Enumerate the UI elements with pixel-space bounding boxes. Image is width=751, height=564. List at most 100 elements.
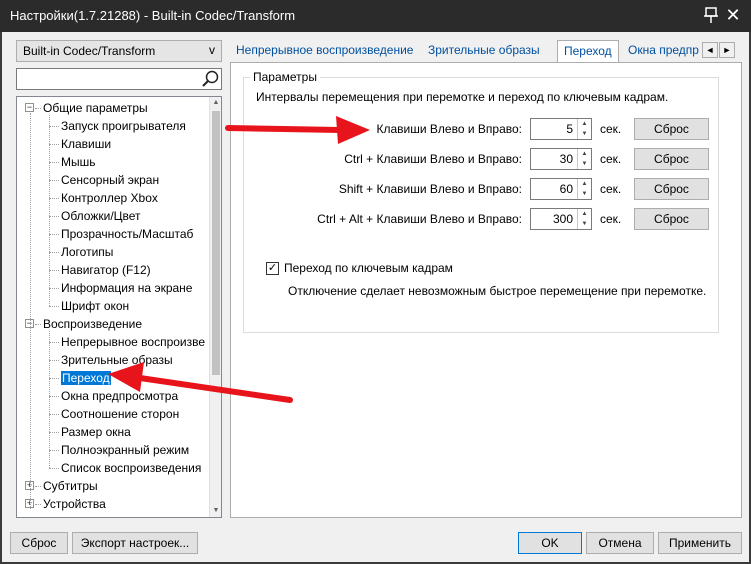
tree-item-label: Обложки/Цвет xyxy=(61,209,141,223)
tree-item[interactable]: Сенсорный экран xyxy=(61,171,159,189)
codec-combo[interactable]: Built-in Codec/Transform v xyxy=(16,40,222,62)
tree-connector xyxy=(49,342,59,343)
spin-down-icon[interactable]: ▼ xyxy=(578,219,591,229)
tree-item[interactable]: Соотношение сторон xyxy=(61,405,179,423)
tree-group[interactable]: Устройства xyxy=(43,495,106,513)
reset-shift-arrows-button[interactable]: Сброс xyxy=(634,178,709,200)
tree-item[interactable]: Список воспроизведения xyxy=(61,459,201,477)
spin-up-icon[interactable]: ▲ xyxy=(578,209,591,219)
tree-connector xyxy=(49,180,59,181)
tree-connector xyxy=(30,113,31,509)
spin-up-icon[interactable]: ▲ xyxy=(578,149,591,159)
row-label-arrows: Клавиши Влево и Вправо: xyxy=(376,122,522,136)
keyframe-checkbox-label[interactable]: Переход по ключевым кадрам xyxy=(284,261,453,275)
cancel-button[interactable]: Отмена xyxy=(586,532,654,554)
spin-down-icon[interactable]: ▼ xyxy=(578,159,591,169)
tree-connector xyxy=(49,270,59,271)
scroll-thumb[interactable] xyxy=(212,111,220,375)
tree-item[interactable]: Непрерывное воспроизве xyxy=(61,333,205,351)
scroll-down-icon[interactable]: ▼ xyxy=(210,505,221,517)
export-settings-button[interactable]: Экспорт настроек... xyxy=(72,532,198,554)
tree-item[interactable]: Клавиши xyxy=(61,135,111,153)
tree-item[interactable]: Информация на экране xyxy=(61,279,192,297)
tree-item-label: Мышь xyxy=(61,155,96,169)
search-icon[interactable] xyxy=(200,69,220,89)
tree-item[interactable]: Окна предпросмотра xyxy=(61,387,178,405)
unit-label: сек. xyxy=(600,212,622,226)
tree-connector xyxy=(35,486,41,487)
title-bar: Настройки(1.7.21288) - Built-in Codec/Tr… xyxy=(0,0,751,32)
tree-item[interactable]: Обложки/Цвет xyxy=(61,207,141,225)
tree-item[interactable]: Переход xyxy=(61,369,111,387)
tree-item[interactable]: Логотипы xyxy=(61,243,113,261)
tree-item-label: Непрерывное воспроизве xyxy=(61,335,206,349)
tab-preview-windows[interactable]: Окна предпр xyxy=(622,40,705,62)
tree-connector xyxy=(49,115,50,306)
close-icon[interactable]: ✕ xyxy=(723,6,743,26)
tree-item[interactable]: Прозрачность/Масштаб xyxy=(61,225,193,243)
ctrl-alt-arrows-seconds-spinner[interactable]: 300 ▲ ▼ xyxy=(530,208,592,230)
tab-next-icon[interactable]: ► xyxy=(719,42,735,58)
tab-continuous-playback[interactable]: Непрерывное воспроизведение xyxy=(230,40,419,62)
tree-connector xyxy=(35,324,41,325)
tree-item-label: Полноэкранный режим xyxy=(61,443,190,457)
tree-item[interactable]: Контроллер Xbox xyxy=(61,189,158,207)
reset-ctrl-alt-arrows-button[interactable]: Сброс xyxy=(634,208,709,230)
search-input[interactable] xyxy=(16,68,222,90)
pin-icon[interactable] xyxy=(703,6,719,24)
tree-connector xyxy=(49,252,59,253)
tab-visual-images[interactable]: Зрительные образы xyxy=(422,40,546,62)
keyframe-checkbox[interactable]: ✓ xyxy=(266,262,279,275)
tree-group[interactable]: Общие параметры xyxy=(43,99,148,117)
codec-combo-value: Built-in Codec/Transform xyxy=(23,44,156,58)
tree-item[interactable]: Полноэкранный режим xyxy=(61,441,189,459)
tree-item-label: Сенсорный экран xyxy=(61,173,160,187)
tree-connector xyxy=(49,396,59,397)
shift-arrows-seconds-spinner[interactable]: 60 ▲ ▼ xyxy=(530,178,592,200)
tree-item-label: Запуск проигрывателя xyxy=(61,119,186,133)
tree-scrollbar[interactable]: ▲ ▼ xyxy=(209,97,221,517)
scroll-up-icon[interactable]: ▲ xyxy=(210,97,221,109)
tree-expander-icon[interactable]: − xyxy=(25,103,34,112)
reset-ctrl-arrows-button[interactable]: Сброс xyxy=(634,148,709,170)
spinner-value: 60 xyxy=(559,182,573,196)
arrows-seconds-spinner[interactable]: 5 ▲ ▼ xyxy=(530,118,592,140)
tree-group[interactable]: Субтитры xyxy=(43,477,98,495)
tree-item-label: Устройства xyxy=(43,497,106,511)
group-title: Параметры xyxy=(250,70,320,84)
settings-dialog: Built-in Codec/Transform v ▲ ▼ − Общие па… xyxy=(2,32,749,562)
tree-item[interactable]: Запуск проигрывателя xyxy=(61,117,186,135)
spin-up-icon[interactable]: ▲ xyxy=(578,119,591,129)
reset-all-button[interactable]: Сброс xyxy=(10,532,68,554)
tree-item[interactable]: Мышь xyxy=(61,153,96,171)
tree-connector xyxy=(49,331,50,468)
tree-item[interactable]: Размер окна xyxy=(61,423,131,441)
spin-down-icon[interactable]: ▼ xyxy=(578,129,591,139)
spin-up-icon[interactable]: ▲ xyxy=(578,179,591,189)
settings-tree[interactable]: ▲ ▼ − Общие параметры Запуск проигрывателя… xyxy=(16,96,222,518)
ctrl-arrows-seconds-spinner[interactable]: 30 ▲ ▼ xyxy=(530,148,592,170)
spin-down-icon[interactable]: ▼ xyxy=(578,189,591,199)
tab-prev-icon[interactable]: ◄ xyxy=(702,42,718,58)
keyframe-note: Отключение сделает невозможным быстрое п… xyxy=(288,284,707,298)
unit-label: сек. xyxy=(600,152,622,166)
tree-connector xyxy=(49,414,59,415)
tree-connector xyxy=(49,162,59,163)
tree-item-label: Воспроизведение xyxy=(43,317,143,331)
tree-connector xyxy=(35,504,41,505)
reset-arrows-button[interactable]: Сброс xyxy=(634,118,709,140)
row-label-ctrl-arrows: Ctrl + Клавиши Влево и Вправо: xyxy=(344,152,522,166)
tree-item[interactable]: Зрительные образы xyxy=(61,351,173,369)
tree-item-label: Список воспроизведения xyxy=(61,461,202,475)
apply-button[interactable]: Применить xyxy=(658,532,742,554)
tree-group[interactable]: Воспроизведение xyxy=(43,315,142,333)
tree-item-label: Клавиши xyxy=(61,137,112,151)
tree-item[interactable]: Навигатор (F12) xyxy=(61,261,151,279)
ok-button[interactable]: OK xyxy=(518,532,582,554)
tree-connector xyxy=(49,378,59,379)
tree-connector xyxy=(49,234,59,235)
tree-connector xyxy=(49,360,59,361)
tree-item[interactable]: Шрифт окон xyxy=(61,297,129,315)
tab-strip: Непрерывное воспроизведение Зрительные о… xyxy=(230,40,742,63)
tab-transition[interactable]: Переход xyxy=(557,40,619,63)
